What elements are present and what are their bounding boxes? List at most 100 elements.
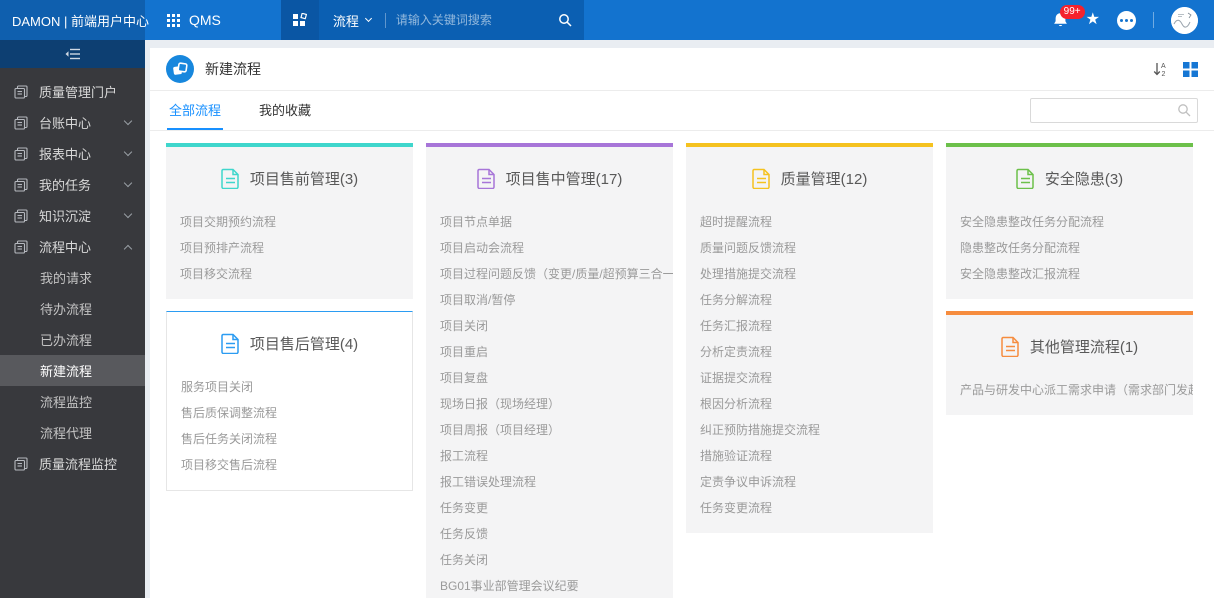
process-link[interactable]: 任务分解流程 [686, 286, 933, 312]
sidebar-item-label: 质量管理门户 [39, 82, 117, 101]
process-link[interactable]: 措施验证流程 [686, 442, 933, 468]
process-link[interactable]: 纠正预防措施提交流程 [686, 416, 933, 442]
process-link[interactable]: BG01事业部管理会议纪要 [426, 572, 673, 598]
sidebar-subitem-todo-process[interactable]: 待办流程 [0, 293, 145, 324]
sidebar-item-ledger-center[interactable]: 台账中心 [0, 107, 145, 138]
app-root: DAMON | 前端用户中心 QMS 流程 99+ [0, 0, 1214, 598]
favorites-star-icon[interactable]: ★ [1086, 12, 1100, 28]
process-link[interactable]: 证据提交流程 [686, 364, 933, 390]
sidebar-item-my-tasks[interactable]: 我的任务 [0, 169, 145, 200]
process-link[interactable]: 质量问题反馈流程 [686, 234, 933, 260]
sidebar-item-knowledge-base[interactable]: 知识沉淀 [0, 200, 145, 231]
more-button[interactable] [1117, 11, 1136, 30]
process-link[interactable]: 项目取消/暂停 [426, 286, 673, 312]
process-link[interactable]: 项目预排产流程 [166, 234, 413, 260]
sidebar-subitem-done-process[interactable]: 已办流程 [0, 324, 145, 355]
keyword-search-input[interactable] [386, 13, 546, 27]
svg-text:2: 2 [1162, 71, 1166, 77]
svg-text:A: A [1161, 63, 1166, 70]
sidebar-item-label: 流程中心 [39, 237, 91, 256]
process-link[interactable]: 超时提醒流程 [686, 208, 933, 234]
apps-icon[interactable] [281, 0, 319, 40]
tab-my-favorites[interactable]: 我的收藏 [257, 91, 313, 130]
module-select[interactable]: 流程 [319, 11, 385, 30]
grid-menu-icon [167, 14, 180, 27]
process-link[interactable]: 定责争议申诉流程 [686, 468, 933, 494]
process-link[interactable]: 隐患整改任务分配流程 [946, 234, 1193, 260]
chevron-up-icon [124, 244, 132, 252]
process-link[interactable]: 项目移交售后流程 [167, 451, 412, 477]
process-link[interactable]: 现场日报（现场经理） [426, 390, 673, 416]
sidebar-item-quality-process-monitor[interactable]: 质量流程监控 [0, 448, 145, 479]
sidebar-subitem-process-monitor[interactable]: 流程监控 [0, 386, 145, 417]
card-filter [1030, 98, 1198, 123]
sidebar-item-quality-portal[interactable]: 质量管理门户 [0, 76, 145, 107]
document-icon [14, 178, 28, 192]
process-link[interactable]: 处理措施提交流程 [686, 260, 933, 286]
process-link[interactable]: 根因分析流程 [686, 390, 933, 416]
process-link[interactable]: 项目交期预约流程 [166, 208, 413, 234]
document-icon [221, 168, 240, 189]
document-icon [14, 116, 28, 130]
process-link[interactable]: 安全隐患整改任务分配流程 [946, 208, 1193, 234]
process-link[interactable]: 项目启动会流程 [426, 234, 673, 260]
process-link[interactable]: 项目重启 [426, 338, 673, 364]
tab-all-processes[interactable]: 全部流程 [167, 91, 223, 130]
process-link[interactable]: 项目移交流程 [166, 260, 413, 286]
process-link[interactable]: 项目周报（项目经理） [426, 416, 673, 442]
process-link[interactable]: 服务项目关闭 [167, 373, 412, 399]
document-icon [14, 457, 28, 471]
sort-icon[interactable]: A2 [1152, 61, 1169, 77]
sidebar-item-label: 知识沉淀 [39, 206, 91, 225]
notifications-button[interactable]: 99+ [1052, 12, 1069, 29]
sidebar-item-process-center[interactable]: 流程中心 [0, 231, 145, 262]
process-link[interactable]: 任务关闭 [426, 546, 673, 572]
process-link[interactable]: 任务变更流程 [686, 494, 933, 520]
sidebar-menu: 质量管理门户台账中心报表中心我的任务知识沉淀流程中心我的请求待办流程已办流程新建… [0, 68, 145, 479]
search-icon[interactable] [1177, 103, 1191, 122]
brand[interactable]: DAMON | 前端用户中心 [0, 0, 145, 40]
process-link[interactable]: 分析定责流程 [686, 338, 933, 364]
process-link[interactable]: 产品与研发中心派工需求申请（需求部门发起） [946, 376, 1193, 402]
process-link[interactable]: 任务变更 [426, 494, 673, 520]
document-icon [221, 333, 240, 354]
process-link[interactable]: 售后质保调整流程 [167, 399, 412, 425]
sidebar-subitem-new-process[interactable]: 新建流程 [0, 355, 145, 386]
process-link[interactable]: 任务汇报流程 [686, 312, 933, 338]
process-link[interactable]: 项目节点单据 [426, 208, 673, 234]
grid-view-icon[interactable] [1183, 62, 1198, 77]
process-link[interactable]: 售后任务关闭流程 [167, 425, 412, 451]
sidebar-subitem-my-requests[interactable]: 我的请求 [0, 262, 145, 293]
process-link[interactable]: 项目复盘 [426, 364, 673, 390]
card-header: 项目售后管理(4) [167, 312, 412, 373]
sidebar-item-label: 报表中心 [39, 144, 91, 163]
card-column: 安全隐患(3)安全隐患整改任务分配流程隐患整改任务分配流程安全隐患整改汇报流程其… [946, 143, 1193, 415]
process-link[interactable]: 项目关闭 [426, 312, 673, 338]
card-filter-input[interactable] [1030, 98, 1198, 123]
sidebar-subitem-process-proxy[interactable]: 流程代理 [0, 417, 145, 448]
app-switcher[interactable]: QMS [145, 12, 243, 28]
process-link[interactable]: 报工流程 [426, 442, 673, 468]
notification-badge: 99+ [1060, 5, 1085, 19]
process-card-midsales: 项目售中管理(17)项目节点单据项目启动会流程项目过程问题反馈（变更/质量/超预… [426, 143, 673, 598]
global-search-bar: 流程 [281, 0, 584, 40]
card-items: 安全隐患整改任务分配流程隐患整改任务分配流程安全隐患整改汇报流程 [946, 208, 1193, 299]
process-link[interactable]: 任务反馈 [426, 520, 673, 546]
card-items: 服务项目关闭售后质保调整流程售后任务关闭流程项目移交售后流程 [167, 373, 412, 490]
document-icon [477, 168, 496, 189]
card-header: 其他管理流程(1) [946, 315, 1193, 376]
tabs: 全部流程我的收藏 [150, 91, 313, 130]
process-link[interactable]: 项目过程问题反馈（变更/质量/超预算三合一流程） [426, 260, 673, 286]
module-select-value: 流程 [333, 11, 359, 30]
card-title: 项目售后管理(4) [250, 333, 358, 354]
sidebar-collapse-button[interactable] [0, 40, 145, 68]
process-link[interactable]: 报工错误处理流程 [426, 468, 673, 494]
card-column: 项目售中管理(17)项目节点单据项目启动会流程项目过程问题反馈（变更/质量/超预… [426, 143, 673, 598]
card-header: 安全隐患(3) [946, 147, 1193, 208]
process-link[interactable]: 安全隐患整改汇报流程 [946, 260, 1193, 286]
process-card-presales: 项目售前管理(3)项目交期预约流程项目预排产流程项目移交流程 [166, 143, 413, 299]
sidebar-item-report-center[interactable]: 报表中心 [0, 138, 145, 169]
card-column: 质量管理(12)超时提醒流程质量问题反馈流程处理措施提交流程任务分解流程任务汇报… [686, 143, 933, 533]
avatar[interactable] [1171, 7, 1198, 34]
search-icon[interactable] [546, 13, 584, 27]
